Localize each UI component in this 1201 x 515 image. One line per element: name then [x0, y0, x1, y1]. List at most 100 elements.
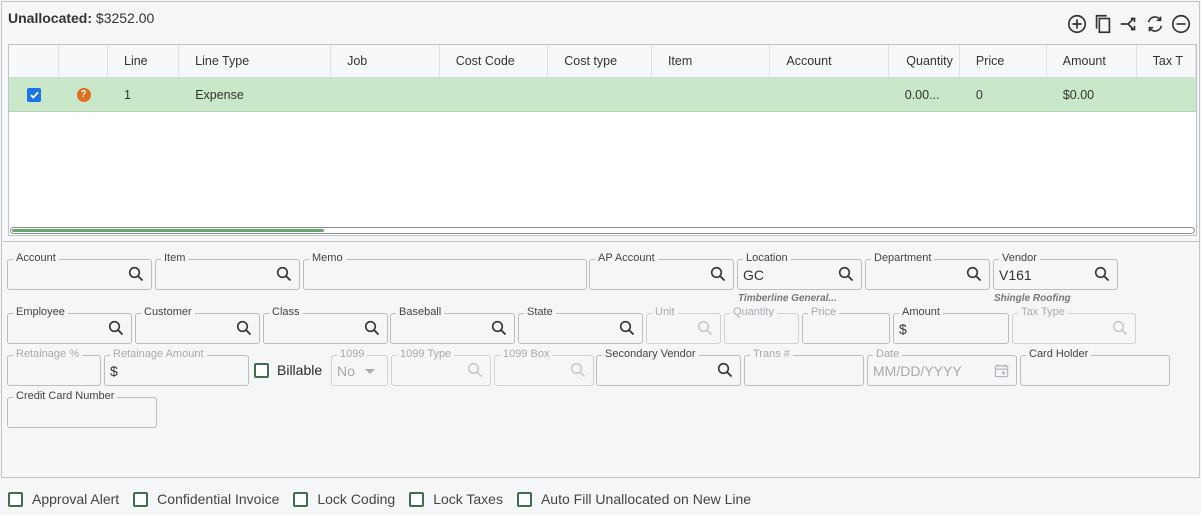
- cell-amount[interactable]: $0.00: [1047, 78, 1137, 111]
- col-price[interactable]: Price: [960, 45, 1047, 77]
- col-quantity[interactable]: Quantity: [889, 45, 960, 77]
- credit-card-number-field[interactable]: Credit Card Number: [7, 389, 157, 428]
- footer-options: Approval Alert Confidential Invoice Lock…: [8, 491, 765, 507]
- memo-field[interactable]: Memo: [303, 251, 587, 290]
- trans-number-label: Trans #: [750, 347, 793, 361]
- search-icon[interactable]: [966, 266, 982, 282]
- lock-taxes-checkbox[interactable]: Lock Taxes: [409, 491, 503, 507]
- question-icon[interactable]: ?: [76, 87, 91, 102]
- copy-line-icon[interactable]: [1091, 12, 1115, 36]
- calendar-icon[interactable]: [994, 363, 1009, 378]
- location-field[interactable]: Location GC: [737, 251, 862, 290]
- employee-field[interactable]: Employee: [7, 305, 132, 344]
- amount-field[interactable]: Amount $: [893, 305, 1009, 344]
- account-field[interactable]: Account: [7, 251, 152, 290]
- col-cost-code[interactable]: Cost Code: [440, 45, 549, 77]
- search-icon[interactable]: [276, 266, 292, 282]
- class-label: Class: [269, 305, 303, 319]
- search-icon[interactable]: [236, 320, 252, 336]
- cell-cost-type[interactable]: [548, 78, 652, 111]
- f1099-type-field: 1099 Type: [391, 347, 491, 386]
- auto-fill-label: Auto Fill Unallocated on New Line: [540, 491, 752, 507]
- lock-taxes-label: Lock Taxes: [433, 491, 503, 507]
- cell-price[interactable]: 0: [960, 78, 1047, 111]
- remove-line-icon[interactable]: [1169, 12, 1193, 36]
- state-field[interactable]: State: [518, 305, 643, 344]
- class-field[interactable]: Class: [263, 305, 388, 344]
- quantity-field: Quantity: [724, 305, 799, 344]
- col-amount[interactable]: Amount: [1047, 45, 1137, 77]
- cell-account[interactable]: [770, 78, 888, 111]
- cell-tax-type[interactable]: [1137, 78, 1196, 111]
- scrollbar-thumb[interactable]: [12, 229, 324, 232]
- checkbox[interactable]: [133, 491, 149, 507]
- baseball-label: Baseball: [396, 305, 445, 319]
- search-icon[interactable]: [364, 320, 380, 336]
- search-icon[interactable]: [108, 320, 124, 336]
- baseball-field[interactable]: Baseball: [390, 305, 515, 344]
- search-icon[interactable]: [1094, 266, 1110, 282]
- ap-account-field[interactable]: AP Account: [589, 251, 734, 290]
- add-line-icon[interactable]: [1065, 12, 1089, 36]
- vendor-field[interactable]: Vendor V161: [993, 251, 1118, 290]
- cell-line-type[interactable]: Expense: [179, 78, 331, 111]
- col-line-type[interactable]: Line Type: [179, 45, 332, 77]
- search-icon[interactable]: [128, 266, 144, 282]
- col-status[interactable]: [59, 45, 108, 77]
- ap-account-label: AP Account: [595, 251, 658, 265]
- cell-quantity[interactable]: 0.00...: [889, 78, 960, 111]
- item-field[interactable]: Item: [155, 251, 300, 290]
- refresh-icon[interactable]: [1143, 12, 1167, 36]
- tax-type-field: Tax Type: [1012, 305, 1136, 344]
- checkbox[interactable]: [409, 491, 425, 507]
- approval-alert-label: Approval Alert: [32, 491, 120, 507]
- f1099-box-label: 1099 Box: [500, 347, 553, 361]
- price-field[interactable]: Price: [802, 305, 890, 344]
- retainage-amount-field[interactable]: Retainage Amount $: [104, 347, 249, 386]
- date-field[interactable]: Date MM/DD/YYYY: [867, 347, 1017, 386]
- col-tax-type[interactable]: Tax T: [1137, 45, 1196, 77]
- checkbox[interactable]: [293, 491, 309, 507]
- lock-coding-checkbox[interactable]: Lock Coding: [293, 491, 395, 507]
- vendor-label: Vendor: [999, 251, 1040, 265]
- vendor-description: Shingle Roofing: [994, 293, 1071, 304]
- search-icon[interactable]: [491, 320, 507, 336]
- approval-alert-checkbox[interactable]: Approval Alert: [8, 491, 119, 507]
- retainage-percent-label: Retainage %: [13, 347, 82, 361]
- employee-label: Employee: [13, 305, 68, 319]
- customer-field[interactable]: Customer: [135, 305, 260, 344]
- col-line[interactable]: Line: [108, 45, 180, 77]
- cell-cost-code[interactable]: [440, 78, 549, 111]
- unallocated-amount: Unallocated: $3252.00: [8, 10, 155, 26]
- search-icon[interactable]: [619, 320, 635, 336]
- row-status[interactable]: ?: [59, 78, 109, 111]
- split-line-icon[interactable]: [1117, 12, 1141, 36]
- checkbox[interactable]: [516, 491, 532, 507]
- confidential-invoice-label: Confidential Invoice: [157, 491, 280, 507]
- search-icon[interactable]: [838, 266, 854, 282]
- confidential-invoice-checkbox[interactable]: Confidential Invoice: [133, 491, 279, 507]
- search-icon: [1112, 320, 1128, 336]
- search-icon[interactable]: [710, 266, 726, 282]
- col-account[interactable]: Account: [770, 45, 889, 77]
- horizontal-scrollbar[interactable]: [10, 227, 1195, 234]
- row-checkbox[interactable]: [9, 78, 59, 111]
- retainage-percent-field[interactable]: Retainage %: [7, 347, 101, 386]
- trans-number-field[interactable]: Trans #: [744, 347, 864, 386]
- card-holder-field[interactable]: Card Holder: [1020, 347, 1170, 386]
- department-field[interactable]: Department: [865, 251, 990, 290]
- col-job[interactable]: Job: [331, 45, 440, 77]
- table-row[interactable]: ? 1 Expense 0.00... 0 $0.00: [9, 78, 1196, 112]
- cell-job[interactable]: [331, 78, 440, 111]
- col-select[interactable]: [9, 45, 59, 77]
- col-cost-type[interactable]: Cost type: [548, 45, 652, 77]
- checkbox[interactable]: [8, 491, 23, 507]
- auto-fill-checkbox[interactable]: Auto Fill Unallocated on New Line: [516, 491, 752, 507]
- amount-label: Amount: [899, 305, 943, 319]
- search-icon[interactable]: [717, 362, 733, 378]
- secondary-vendor-field[interactable]: Secondary Vendor: [596, 347, 741, 386]
- billable-checkbox[interactable]: Billable: [254, 362, 322, 378]
- checkbox[interactable]: [254, 362, 269, 378]
- cell-item[interactable]: [652, 78, 770, 111]
- col-item[interactable]: Item: [652, 45, 771, 77]
